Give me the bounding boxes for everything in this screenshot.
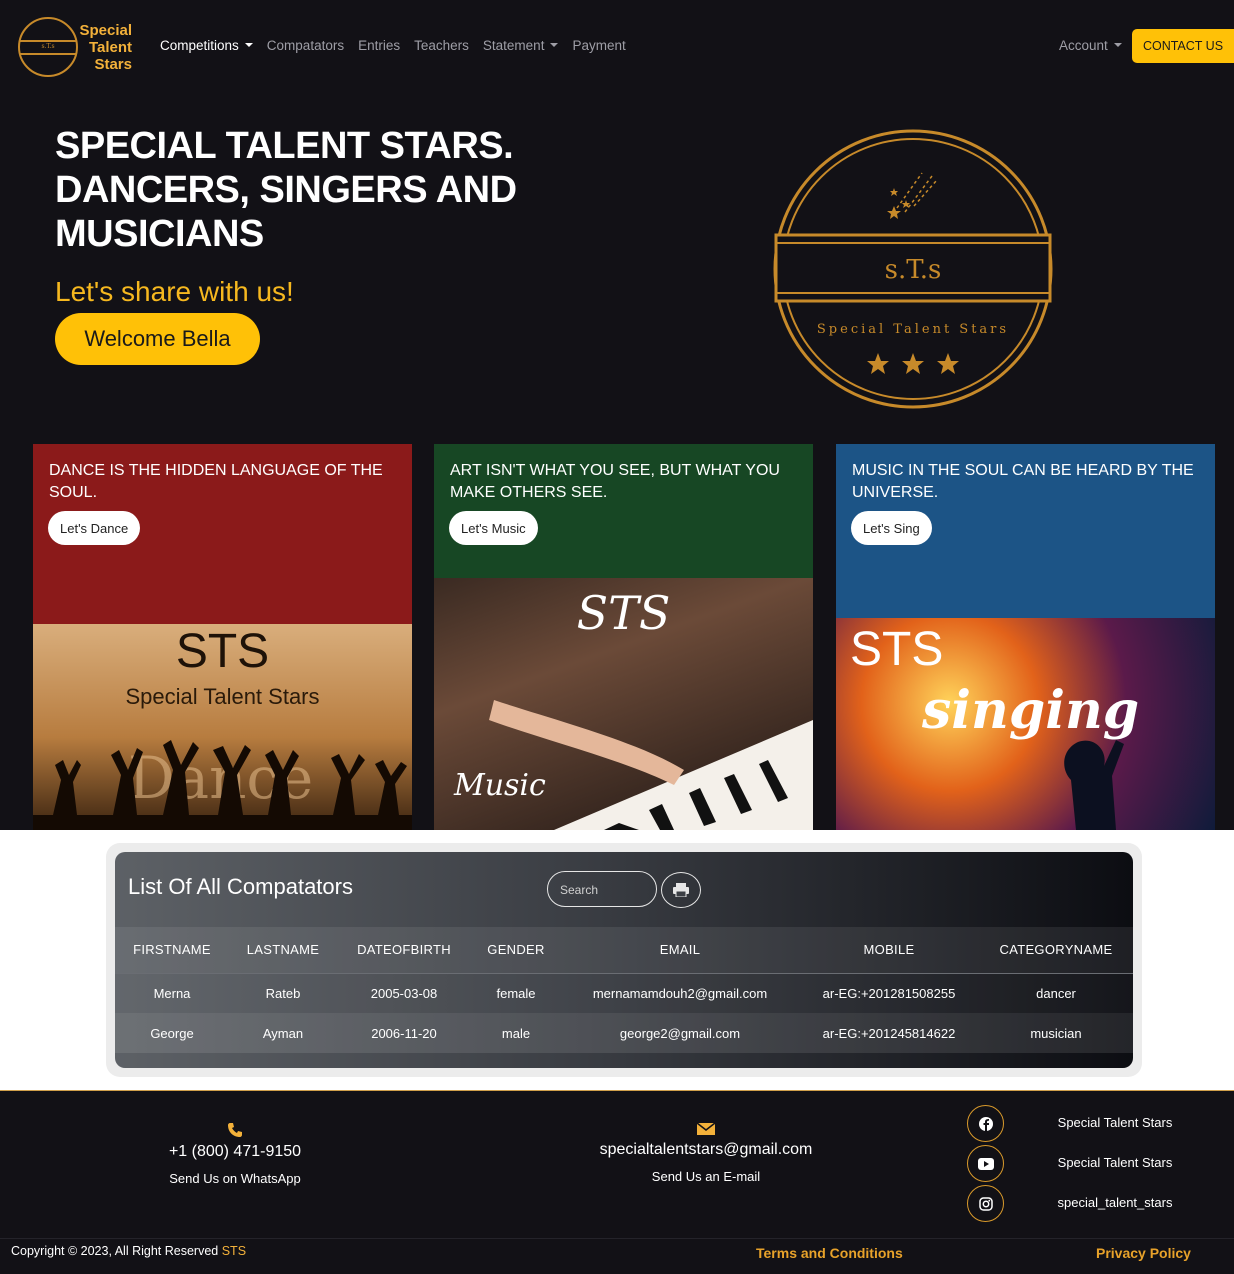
col-firstname[interactable]: FIRSTNAME xyxy=(115,927,229,974)
printer-icon xyxy=(673,883,689,897)
seal-stars-icon xyxy=(867,353,959,374)
sts-seal-logo: s.T.s Special Talent Stars xyxy=(773,129,1053,409)
print-button[interactable] xyxy=(661,872,701,908)
cell-firstname: George xyxy=(150,1025,194,1041)
dance-image-subtitle: Special Talent Stars xyxy=(125,684,320,709)
hero-title: SPECIAL TALENT STARS. DANCERS, SINGERS A… xyxy=(55,124,615,256)
welcome-button[interactable]: Welcome Bella xyxy=(55,313,260,365)
lets-sing-button[interactable]: Let's Sing xyxy=(851,511,932,545)
nav-links: Competitions Compatators Entries Teacher… xyxy=(160,38,626,53)
nav-payment[interactable]: Payment xyxy=(572,38,625,53)
table-row: Merna Rateb 2005-03-08 female mernamamdo… xyxy=(115,973,1133,1013)
col-lastname[interactable]: LASTNAME xyxy=(229,927,337,974)
logo-line-3: Stars xyxy=(94,56,132,73)
table-title: List Of All Compatators xyxy=(128,874,353,899)
sing-quote: MUSIC IN THE SOUL CAN BE HEARD BY THE UN… xyxy=(852,462,1194,501)
footer-divider xyxy=(0,1238,1234,1239)
footer-phone-label: Send Us on WhatsApp xyxy=(169,1171,301,1186)
shooting-stars-icon xyxy=(896,172,938,213)
cell-categoryname: musician xyxy=(1030,1025,1082,1041)
compatators-table: FIRSTNAME LASTNAME DATEOFBIRTH GENDER EM… xyxy=(115,927,1133,1053)
footer-email[interactable]: specialtalentstars@gmail.com xyxy=(556,1141,856,1159)
instagram-icon xyxy=(978,1196,993,1211)
hero-title-line-3: MUSICIANS xyxy=(55,213,264,255)
envelope-icon xyxy=(696,1122,716,1135)
table-row: George Ayman 2006-11-20 male george2@gma… xyxy=(115,1013,1133,1053)
copyright-text: Copyright © 2023, All Right Reserved xyxy=(11,1244,219,1258)
piano-keys-icon xyxy=(489,700,813,830)
compatators-table-card: List Of All Compatators Search FIRSTNAME… xyxy=(115,852,1133,1068)
nav-entries[interactable]: Entries xyxy=(358,38,400,53)
logo-text[interactable]: Special Talent Stars xyxy=(76,22,132,73)
top-navbar: s.T.s Special Talent Stars Competitions … xyxy=(0,0,1234,92)
hero-title-line-2: DANCERS, SINGERS AND xyxy=(55,169,517,211)
terms-link[interactable]: Terms and Conditions xyxy=(756,1245,903,1261)
hero-title-line-1: SPECIAL TALENT STARS. xyxy=(55,125,514,167)
copyright: Copyright © 2023, All Right Reserved STS xyxy=(11,1244,246,1258)
logo-emblem[interactable]: s.T.s xyxy=(18,17,78,77)
cell-email: george2@gmail.com xyxy=(619,1025,741,1041)
sing-image-title: STS xyxy=(850,623,944,676)
seal-top-text: s.T.s xyxy=(885,255,942,285)
footer-phone[interactable]: +1 (800) 471-9150 xyxy=(135,1143,335,1161)
facebook-icon xyxy=(978,1116,993,1131)
nav-competitions[interactable]: Competitions xyxy=(160,38,253,53)
footer-email-label: Send Us an E-mail xyxy=(651,1169,761,1184)
sing-image: STS singing xyxy=(836,618,1215,830)
footer-phone-block: +1 (800) 471-9150 Send Us on WhatsApp xyxy=(135,1122,335,1186)
col-email[interactable]: EMAIL xyxy=(561,927,799,974)
singer-silhouette-icon xyxy=(1064,740,1124,830)
youtube-button[interactable] xyxy=(967,1145,1004,1182)
col-dateofbirth[interactable]: DATEOFBIRTH xyxy=(337,927,471,974)
music-image: STS Music xyxy=(434,578,813,830)
music-image-title: STS xyxy=(576,586,671,640)
dance-image-title: STS xyxy=(175,625,270,678)
dance-quote: DANCE IS THE HIDDEN LANGUAGE OF THE SOUL… xyxy=(49,462,383,501)
lets-music-button[interactable]: Let's Music xyxy=(449,511,538,545)
instagram-button[interactable] xyxy=(967,1185,1004,1222)
cell-lastname: Rateb xyxy=(265,985,301,1001)
privacy-link[interactable]: Privacy Policy xyxy=(1096,1245,1191,1261)
col-mobile[interactable]: MOBILE xyxy=(799,927,979,974)
cell-gender: male xyxy=(501,1025,531,1041)
footer-email-block: specialtalentstars@gmail.com Send Us an … xyxy=(556,1122,856,1184)
phone-icon xyxy=(228,1123,242,1137)
dancers-silhouette-icon xyxy=(33,740,412,830)
seal-bottom-text: Special Talent Stars xyxy=(817,322,1009,337)
music-card: ART ISN'T WHAT YOU SEE, BUT WHAT YOU MAK… xyxy=(434,444,813,830)
sing-card: MUSIC IN THE SOUL CAN BE HEARD BY THE UN… xyxy=(836,444,1215,830)
cell-dateofbirth: 2006-11-20 xyxy=(371,1025,437,1041)
col-categoryname[interactable]: CATEGORYNAME xyxy=(979,927,1133,974)
nav-compatators[interactable]: Compatators xyxy=(267,38,344,53)
cell-gender: female xyxy=(496,985,536,1001)
account-dropdown[interactable]: Account xyxy=(1059,38,1122,53)
facebook-button[interactable] xyxy=(967,1105,1004,1142)
instagram-label[interactable]: special_talent_stars xyxy=(1040,1195,1190,1210)
dance-card: DANCE IS THE HIDDEN LANGUAGE OF THE SOUL… xyxy=(33,444,412,830)
music-image-word: Music xyxy=(454,768,546,803)
logo-line-1: Special xyxy=(79,22,132,39)
cell-email: mernamamdouh2@gmail.com xyxy=(592,985,768,1001)
cell-mobile: ar-EG:+201281508255 xyxy=(822,985,956,1001)
nav-teachers[interactable]: Teachers xyxy=(414,38,469,53)
youtube-icon xyxy=(977,1157,994,1170)
search-input[interactable]: Search xyxy=(547,871,657,907)
logo-inner-text: s.T.s xyxy=(41,43,55,50)
cell-dateofbirth: 2005-03-08 xyxy=(370,985,438,1001)
cell-mobile: ar-EG:+201245814622 xyxy=(822,1025,956,1041)
cell-lastname: Ayman xyxy=(262,1025,304,1041)
hero-subtitle: Let's share with us! xyxy=(55,276,294,307)
contact-us-button[interactable]: CONTACT US xyxy=(1132,29,1234,63)
copyright-brand[interactable]: STS xyxy=(222,1244,246,1258)
cell-categoryname: dancer xyxy=(1036,985,1076,1001)
youtube-label[interactable]: Special Talent Stars xyxy=(1040,1155,1190,1170)
logo-line-2: Talent xyxy=(88,39,132,56)
nav-statement[interactable]: Statement xyxy=(483,38,559,53)
cell-firstname: Merna xyxy=(153,985,191,1001)
facebook-label[interactable]: Special Talent Stars xyxy=(1040,1115,1190,1130)
lets-dance-button[interactable]: Let's Dance xyxy=(48,511,141,545)
col-gender[interactable]: GENDER xyxy=(471,927,561,974)
dance-image: STS Special Talent Stars Dance xyxy=(33,624,412,830)
music-quote: ART ISN'T WHAT YOU SEE, BUT WHAT YOU MAK… xyxy=(450,462,780,501)
